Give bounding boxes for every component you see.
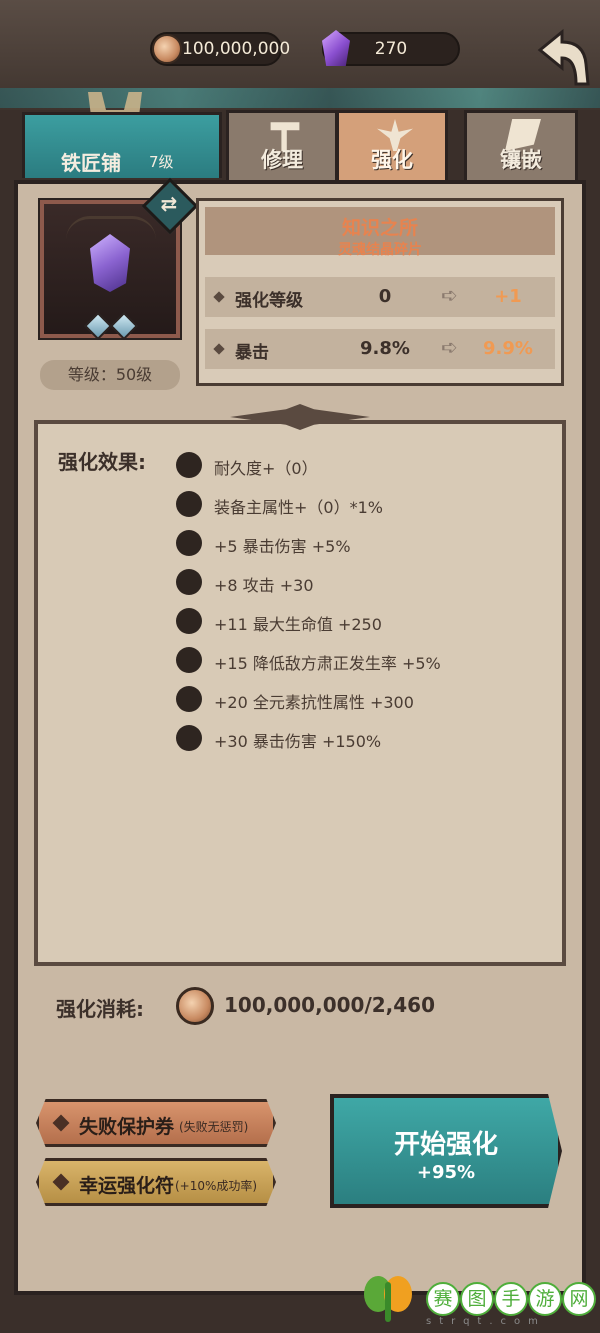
watermark-char: 图 [460, 1282, 494, 1316]
cost-label: 强化消耗: [56, 997, 144, 1021]
effect-text: +8 攻击 +30 [214, 576, 314, 595]
tab-enhance-label: 强化 [371, 148, 413, 172]
socket-gem-icon [83, 311, 113, 341]
diamond-bullet-icon [213, 291, 225, 303]
shop-level: 7级 [149, 153, 174, 171]
locked-dot-icon [176, 725, 202, 751]
effect-text: +15 降低敌方肃正发生率 +5% [214, 654, 441, 673]
effect-text: +11 最大生命值 +250 [214, 615, 382, 634]
coin-amount: 100,000,000 [182, 39, 291, 59]
shop-name: 铁匠铺 [61, 151, 121, 175]
socket-gem-icon [109, 311, 139, 341]
stat-name: 暴击 [235, 343, 269, 363]
luck-charm-note: (+10%成功率) [175, 1179, 258, 1193]
diamond-bullet-icon [213, 343, 225, 355]
coin-icon [152, 34, 182, 64]
tab-inlay[interactable]: 镶嵌 [464, 110, 578, 184]
tab-enhance[interactable]: 强化 [336, 110, 448, 184]
start-enhance-button[interactable]: 开始强化 +95% [330, 1094, 562, 1208]
locked-dot-icon [176, 686, 202, 712]
gem-amount: 270 [374, 39, 408, 59]
locked-dot-icon [176, 608, 202, 634]
start-enhance-label: 开始强化 [393, 1130, 498, 1160]
luck-charm-label: 幸运强化符 [79, 1175, 175, 1197]
item-title-bar: 知识之所 灵魂结晶碎片 [205, 207, 555, 258]
tab-inlay-label: 镶嵌 [500, 148, 542, 172]
item-name: 知识之所 [341, 217, 418, 239]
back-button[interactable] [536, 28, 592, 88]
watermark-char: 赛 [426, 1282, 460, 1316]
enhance-effects-panel: 强化效果: 耐久度+（0） 装备主属性+（0）*1% +5 暴击伤害 +5% +… [34, 420, 566, 966]
stat-row: 暴击 9.8% ➪ 9.9% [205, 329, 555, 369]
locked-dot-icon [176, 530, 202, 556]
protect-ticket-label: 失败保护券 [79, 1116, 175, 1138]
stat-next: +1 [494, 286, 522, 307]
locked-dot-icon [176, 569, 202, 595]
watermark-char: 游 [528, 1282, 562, 1316]
item-subtitle: 灵魂结晶碎片 [338, 242, 422, 258]
luck-charm-button[interactable]: 幸运强化符 (+10%成功率) [36, 1158, 276, 1206]
protect-ticket-button[interactable]: 失败保护券 (失败无惩罚) [36, 1099, 276, 1147]
stat-name: 强化等级 [235, 291, 303, 311]
watermark-char: 手 [494, 1282, 528, 1316]
cost-value: 100,000,000/2,460 [224, 993, 436, 1017]
arrow-right-icon: ➪ [441, 283, 458, 307]
effect-text: +20 全元素抗性属性 +300 [214, 693, 414, 712]
stat-next: 9.9% [483, 338, 533, 359]
coin-icon [176, 987, 214, 1025]
diamond-bullet-icon [52, 1173, 70, 1191]
stat-current: 9.8% [360, 338, 410, 359]
diamond-bullet-icon [52, 1114, 70, 1132]
effects-title: 强化效果: [58, 450, 146, 474]
locked-dot-icon [176, 491, 202, 517]
swap-icon: ⇄ [160, 191, 178, 216]
locked-dot-icon [176, 647, 202, 673]
stats-panel: 知识之所 灵魂结晶碎片 强化等级 0 ➪ +1 暴击 9.8% ➪ 9.9% [196, 198, 564, 386]
effect-text: +30 暴击伤害 +150% [214, 732, 382, 751]
protect-ticket-note: (失败无惩罚) [179, 1120, 249, 1134]
tab-repair[interactable]: 修理 [226, 110, 338, 184]
effect-text: +5 暴击伤害 +5% [214, 537, 351, 556]
back-arrow-icon [537, 28, 590, 86]
success-rate: +95% [416, 1162, 476, 1183]
watermark-char: 网 [562, 1282, 596, 1316]
stat-current: 0 [378, 286, 392, 307]
watermark: 赛 图 手 游 网 strqt.com [360, 1272, 596, 1328]
tab-repair-label: 修理 [261, 148, 303, 172]
shop-header: 铁匠铺 7级 [22, 112, 222, 178]
arrow-right-icon: ➪ [441, 335, 458, 359]
soul-crystal-icon [90, 234, 130, 292]
watermark-domain: strqt.com [426, 1316, 546, 1327]
stat-row: 强化等级 0 ➪ +1 [205, 277, 555, 317]
effect-text: 耐久度+（0） [214, 459, 318, 478]
locked-dot-icon [176, 452, 202, 478]
effect-text: 装备主属性+（0）*1% [214, 498, 383, 517]
item-level-badge: 等级：50级 [40, 360, 180, 390]
butterfly-logo-icon [364, 1276, 412, 1322]
